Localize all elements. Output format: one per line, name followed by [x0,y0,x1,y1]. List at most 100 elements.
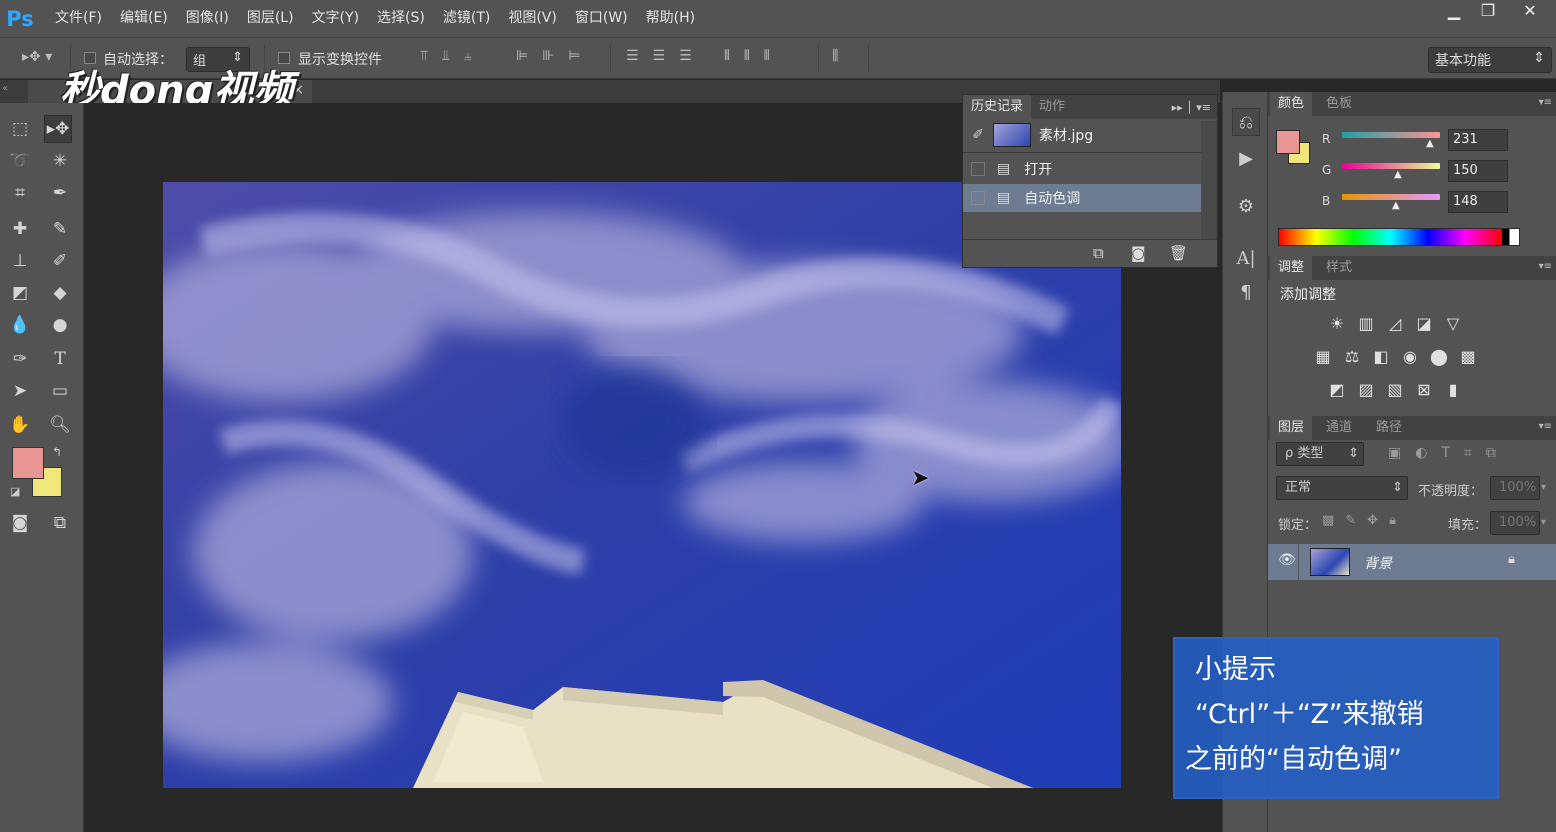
distribute-horizontal-icons[interactable]: ⫴⫴⫴ [724,48,784,64]
distribute-icons[interactable]: ☰☰☰ [626,48,706,64]
history-scrollbar[interactable] [1201,121,1217,239]
menu-window[interactable]: 窗口(W) [566,0,637,37]
channel-b-value[interactable]: 148 [1448,191,1508,213]
history-snapshot-row[interactable]: ✐ 素材.jpg [963,121,1201,149]
channel-b-slider[interactable] [1342,194,1440,200]
eyedropper-icon[interactable]: ✒ [46,179,74,207]
slider-thumb-icon[interactable]: ▲ [1426,138,1434,149]
restore-button[interactable]: ❐ [1468,0,1508,24]
eraser-icon[interactable]: ◩ [6,279,34,307]
tab-swatches[interactable]: 色板 [1318,92,1360,116]
default-colors-icon[interactable]: ◪ [10,485,20,498]
menu-type[interactable]: 文字(Y) [303,0,368,37]
photo-filter-icon[interactable]: ◉ [1399,345,1421,367]
selective-color-icon[interactable]: ⊠ [1413,378,1435,400]
levels-icon[interactable]: ▥ [1355,312,1377,334]
tab-layers[interactable]: 图层 [1270,416,1313,440]
auto-align-icon[interactable]: ⫼ [832,48,838,64]
history-state-checkbox[interactable] [971,191,985,205]
align-horizontal-icons[interactable]: ⊫⊪⊨ [516,48,595,64]
black-white-icon[interactable]: ◧ [1370,345,1392,367]
threshold-icon[interactable]: ▧ [1384,378,1406,400]
new-document-icon[interactable]: ⧉ [1093,244,1104,262]
brush-tool-icon[interactable]: ✎ [46,215,74,243]
history-item-selected[interactable]: ▤ 自动色调 [963,184,1201,212]
zoom-tool-icon[interactable]: 🔍︎ [46,411,74,439]
crop-tool-icon[interactable]: ⌗ [6,179,34,207]
layer-filter-dropdown[interactable]: ρ 类型 ⇕ [1276,442,1364,466]
layer-name[interactable]: 背景 [1364,553,1392,573]
screen-mode-icon[interactable]: ⧉ [46,509,74,537]
clone-stamp-icon[interactable]: ⊥ [6,247,34,275]
slider-thumb-icon[interactable]: ▲ [1394,169,1402,180]
color-spectrum-ramp[interactable] [1278,228,1520,246]
lock-icons[interactable]: ▩✎✥🔒︎ [1322,513,1407,528]
foreground-color-swatch[interactable] [12,447,44,479]
dodge-tool-icon[interactable]: ● [46,311,74,339]
layer-filter-icons[interactable]: ▣◐T⌗⧉ [1388,445,1510,461]
move-tool-icon[interactable]: ▸✥ ▾ [22,49,52,65]
panel-menu-icon[interactable]: ▾≡ [1539,421,1552,432]
workspace-dropdown[interactable]: 基本功能 ⇕ [1428,47,1552,73]
tab-actions[interactable]: 动作 [1031,95,1073,119]
menu-file[interactable]: 文件(F) [46,0,111,37]
character-icon[interactable]: A| [1232,244,1260,272]
tab-color[interactable]: 颜色 [1270,92,1313,116]
history-brush-source-icon[interactable]: ✐ [963,127,993,143]
tool-presets-icon[interactable]: ⚙ [1232,192,1260,220]
color-balance-icon[interactable]: ⚖ [1341,345,1363,367]
document-canvas-image[interactable]: ➤ [163,182,1121,788]
opacity-input[interactable]: 100% [1490,476,1540,500]
brightness-icon[interactable]: ☀ [1326,312,1348,334]
curves-icon[interactable]: ◿ [1384,312,1406,334]
layer-row-background[interactable]: 👁︎ 背景 🔒︎ [1268,544,1556,580]
magic-wand-icon[interactable]: ✳ [46,147,74,175]
paragraph-icon[interactable]: ¶ [1232,278,1260,306]
channel-r-value[interactable]: 231 [1448,129,1508,151]
menu-edit[interactable]: 编辑(E) [111,0,177,37]
panel-menu-icon[interactable]: ▾≡ [1539,261,1552,272]
tab-history[interactable]: 历史记录 [963,95,1032,119]
pen-tool-icon[interactable]: ✑ [6,345,34,373]
history-panel-icon[interactable]: ⎌ [1232,108,1260,136]
close-button[interactable]: ✕ [1510,0,1550,24]
move-tool-icon[interactable]: ▸✥ [44,115,72,143]
marquee-tool-icon[interactable]: ⬚ [6,115,34,143]
posterize-icon[interactable]: ▨ [1355,378,1377,400]
chevron-down-icon[interactable]: ▾ [1541,517,1546,528]
history-state-checkbox[interactable] [971,162,985,176]
fill-input[interactable]: 100% [1490,511,1540,535]
tab-paths[interactable]: 路径 [1368,416,1410,440]
panel-menu-icon[interactable]: ▸▸ │ ▾≡ [1172,101,1217,114]
chevron-down-icon[interactable]: ▾ [1541,482,1546,493]
foreground-color-swatch[interactable] [1276,130,1300,154]
history-brush-icon[interactable]: ✐ [46,247,74,275]
hue-saturation-icon[interactable]: ▦ [1312,345,1334,367]
eye-visibility-icon[interactable]: 👁︎ [1278,552,1296,568]
swap-colors-icon[interactable]: ↰ [52,445,62,459]
collapse-icon[interactable]: « [2,83,8,94]
panel-menu-icon[interactable]: ▾≡ [1539,97,1552,108]
invert-icon[interactable]: ◩ [1326,378,1348,400]
exposure-icon[interactable]: ◪ [1413,312,1435,334]
blend-mode-dropdown[interactable]: 正常 ⇕ [1276,476,1408,500]
actions-play-icon[interactable]: ▶ [1232,144,1260,172]
channel-g-value[interactable]: 150 [1448,160,1508,182]
paint-bucket-icon[interactable]: ◆ [46,279,74,307]
quick-mask-icon[interactable]: ◙ [6,509,34,537]
menu-help[interactable]: 帮助(H) [637,0,704,37]
menu-filter[interactable]: 滤镜(T) [434,0,499,37]
align-icons[interactable]: ⫪⫫⫨ [420,48,486,64]
path-selection-icon[interactable]: ➤ [6,377,34,405]
trash-icon[interactable]: 🗑︎ [1169,244,1188,262]
close-tab-icon[interactable]: × [292,82,304,98]
history-item[interactable]: ▤ 打开 [963,155,1201,183]
rectangle-tool-icon[interactable]: ▭ [46,377,74,405]
blur-tool-icon[interactable]: 💧 [6,311,34,339]
type-tool-icon[interactable]: T [46,345,74,373]
vibrance-icon[interactable]: ▽ [1442,312,1464,334]
menu-select[interactable]: 选择(S) [368,0,434,37]
hand-tool-icon[interactable]: ✋ [6,411,34,439]
slider-thumb-icon[interactable]: ▲ [1392,200,1400,211]
menu-image[interactable]: 图像(I) [177,0,238,37]
